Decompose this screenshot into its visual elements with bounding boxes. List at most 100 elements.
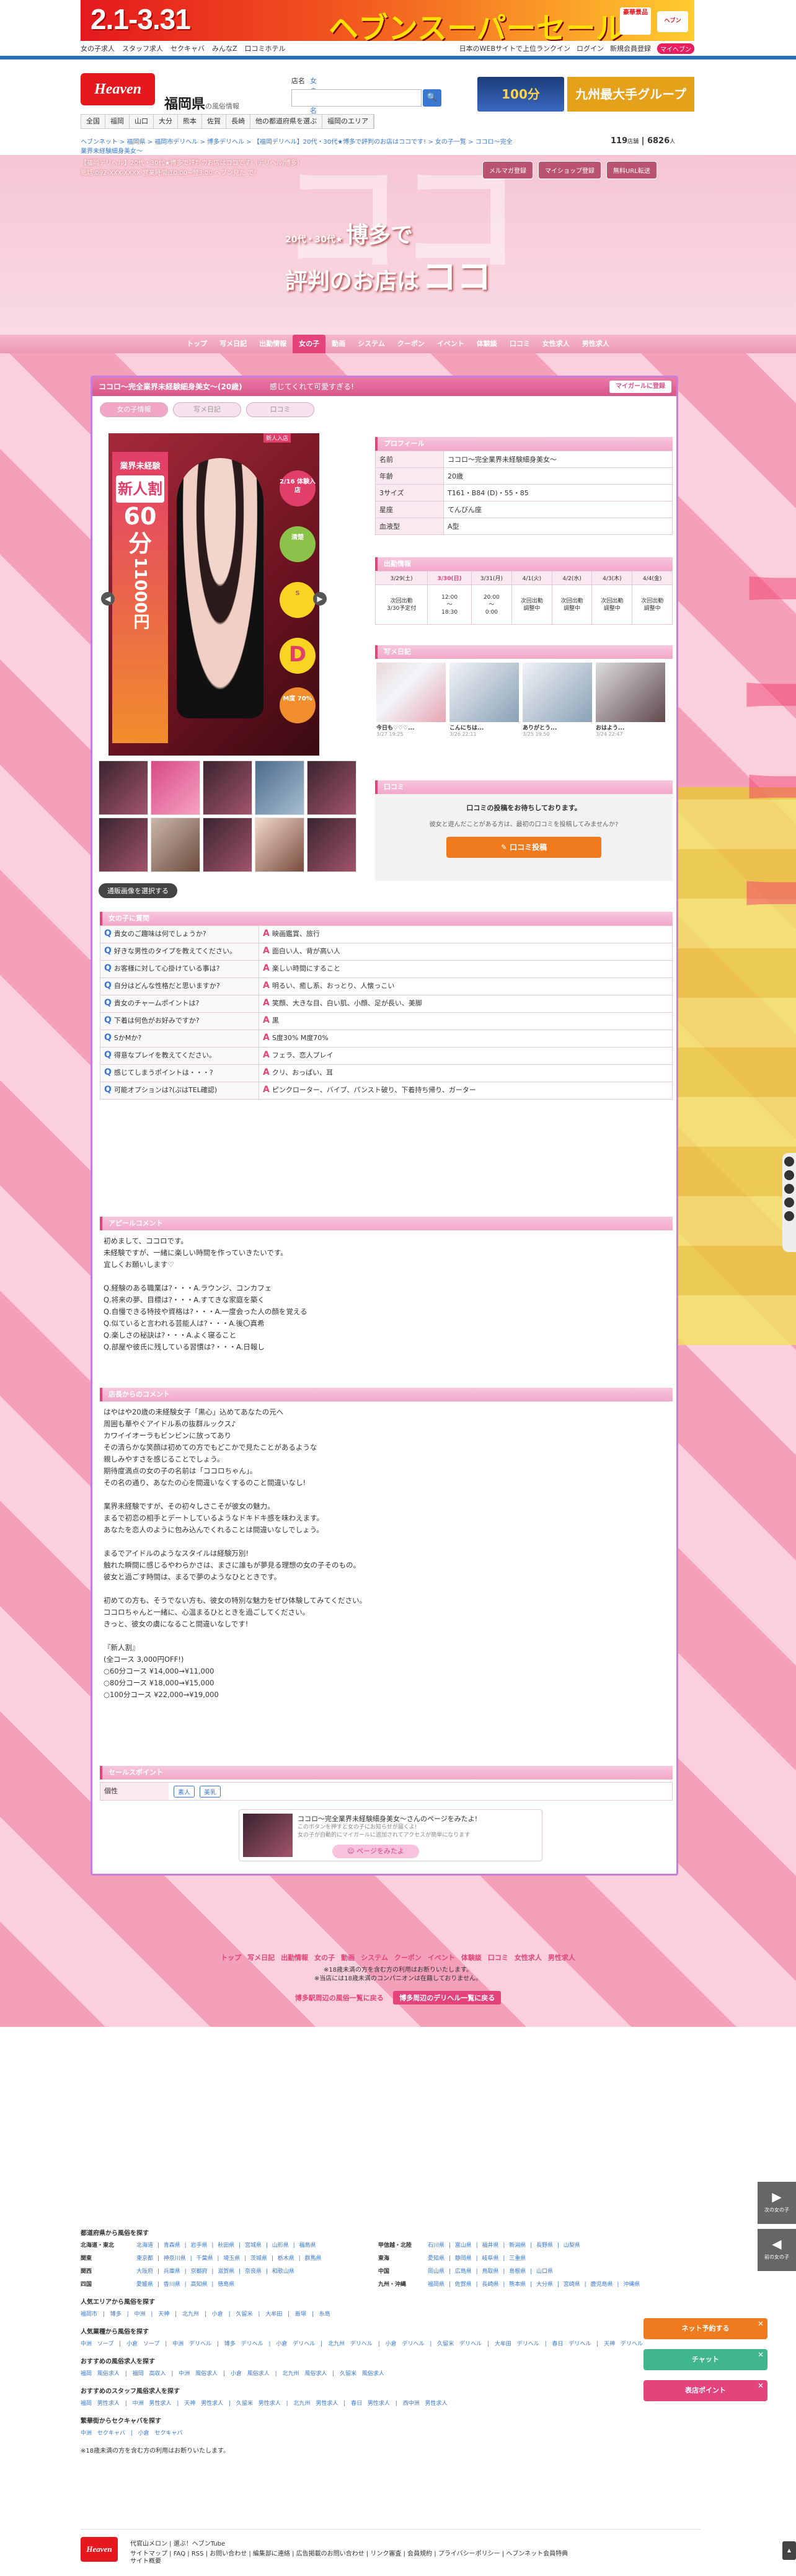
prev-girl-button[interactable]: 前の女の子 <box>758 2229 796 2271</box>
shop-nav-item[interactable]: 男性求人 <box>576 335 616 353</box>
diary-item[interactable]: ありがとう... 3/25 19:50 <box>523 663 592 737</box>
thumbnail[interactable] <box>255 761 304 815</box>
sitemap-links[interactable]: 福岡 風俗求人 | 福岡 高収入 | 中洲 風俗求人 | 小倉 風俗求人 | 北… <box>81 2369 701 2377</box>
shop-nav-item[interactable]: 女性求人 <box>536 335 576 353</box>
footer-link[interactable]: 写メ日記 <box>247 1954 275 1962</box>
region-links[interactable]: 北海道 | 青森県 | 岩手県 | 秋田県 | 宮城県 | 山形県 | 福島県 <box>136 2241 378 2249</box>
footer-line[interactable]: サイト概要 <box>130 2556 161 2565</box>
shop-nav-item[interactable]: 動画 <box>325 335 352 353</box>
net-reserve-button[interactable]: ネット予約する ✕ <box>643 2318 767 2339</box>
thumbnail[interactable] <box>151 761 200 815</box>
sitemap-links[interactable]: 中洲 セクキャバ | 小倉 セクキャバ <box>81 2428 701 2437</box>
footer-links[interactable]: 代官山メロン | 選ぶ！ヘブンTube サイトマップ | FAQ | RSS | … <box>130 2539 568 2559</box>
ad-banner[interactable]: 100分 <box>477 77 564 112</box>
sitemap-links[interactable]: 福岡市 | 博多 | 中洲 | 天神 | 北九州 | 小倉 | 久留米 | 大牟… <box>81 2309 701 2318</box>
myheaven-link[interactable]: マイヘブン <box>657 43 694 54</box>
ad-banner[interactable]: 九州最大手グループ <box>567 77 694 112</box>
saw-page-button[interactable]: ☺ ページをみたよ <box>332 1845 419 1858</box>
footer-link[interactable]: イベント <box>428 1954 455 1962</box>
footer-link[interactable]: クーポン <box>394 1954 422 1962</box>
footer-link[interactable]: 動画 <box>341 1954 355 1962</box>
share-icon[interactable] <box>784 1198 794 1207</box>
main-photo[interactable]: 業界未経験 新人割 60分 11000円 新人入店 2/16 体験入店 清楚 S D … <box>108 433 319 756</box>
mygirl-button[interactable]: マイガールに登録 <box>609 381 671 393</box>
post-review-button[interactable]: ✎ 口コミ投稿 <box>446 837 601 858</box>
topnav-link[interactable]: 口コミホテル <box>245 43 286 53</box>
close-icon[interactable]: ✕ <box>758 2350 764 2359</box>
shop-nav-item[interactable]: システム <box>352 335 391 353</box>
shop-nav-item[interactable]: クーポン <box>391 335 431 353</box>
area-tab[interactable]: 長崎 <box>226 115 250 128</box>
topnav-link[interactable]: セクキャバ <box>170 43 205 53</box>
salespoint-tag[interactable]: 美乳 <box>200 1785 221 1797</box>
search-input[interactable] <box>291 89 422 107</box>
footer-link[interactable]: 出勤情報 <box>281 1954 308 1962</box>
shop-nav-item[interactable]: トップ <box>180 335 213 353</box>
region-links[interactable]: 大阪府 | 兵庫県 | 京都府 | 滋賀県 | 奈良県 | 和歌山県 <box>136 2267 378 2275</box>
thumbnail[interactable] <box>151 818 200 872</box>
footer-link[interactable]: 体験談 <box>461 1954 482 1962</box>
footer-link[interactable]: 男性求人 <box>548 1954 575 1962</box>
close-icon[interactable]: ✕ <box>758 2381 764 2390</box>
tab-diary[interactable]: 写メ日記 <box>173 402 241 417</box>
area-tab[interactable]: 大分 <box>154 115 178 128</box>
footer-line[interactable]: サイトマップ | FAQ | RSS | お問い合わせ | 編集部に連絡 | 広… <box>130 2549 568 2559</box>
shop-nav-item[interactable]: イベント <box>431 335 471 353</box>
area-tab[interactable]: 山口 <box>130 115 154 128</box>
thumbnail[interactable] <box>203 761 252 815</box>
share-icon[interactable] <box>784 1184 794 1194</box>
footer-link[interactable]: 女の子 <box>314 1954 335 1962</box>
share-icon[interactable] <box>784 1170 794 1180</box>
back-list-link[interactable]: 博多周辺のデリヘル一覧に戻る <box>393 1991 502 2005</box>
point-button[interactable]: 表店ポイント ✕ <box>643 2380 767 2401</box>
area-tab[interactable]: 熊本 <box>178 115 202 128</box>
switch-photo-button[interactable]: 通販画像を選択する <box>99 883 177 898</box>
back-list-link[interactable]: 博多駅周辺の風俗一覧に戻る <box>295 1993 384 2003</box>
shop-nav-item[interactable]: 写メ日記 <box>213 335 253 353</box>
topnav-link[interactable]: スタッフ求人 <box>122 43 163 53</box>
area-tab[interactable]: 福岡のエリア <box>322 115 374 128</box>
region-links[interactable]: 東京都 | 神奈川県 | 千葉県 | 埼玉県 | 茨城県 | 栃木県 | 群馬県 <box>136 2254 378 2262</box>
tab-review[interactable]: 口コミ <box>246 402 314 417</box>
share-icon[interactable] <box>784 1211 794 1221</box>
close-icon[interactable]: ✕ <box>758 2319 764 2328</box>
sale-banner[interactable]: 2.1-3.31 ヘブンスーパーセール 豪華景品 ヘブン <box>81 0 694 41</box>
footer-logo[interactable]: Heaven <box>81 2537 118 2562</box>
thumbnail[interactable] <box>203 818 252 872</box>
topnav-link[interactable]: みんなZ <box>212 43 237 53</box>
diary-item[interactable]: 今日も♡♡♡... 3/27 19:25 <box>376 663 446 737</box>
salespoint-tag[interactable]: 素人 <box>174 1785 195 1797</box>
login-link[interactable]: ログイン <box>577 43 604 53</box>
register-link[interactable]: 新規会員登録 <box>610 43 651 53</box>
thumbnail[interactable] <box>307 818 356 872</box>
topnav-link[interactable]: 女の子求人 <box>81 43 115 53</box>
area-tab[interactable]: 福岡 <box>105 115 130 128</box>
chat-button[interactable]: チャット ✕ <box>643 2349 767 2370</box>
footer-line[interactable]: 代官山メロン | 選ぶ！ヘブンTube <box>130 2539 568 2549</box>
thumbnail[interactable] <box>255 818 304 872</box>
footer-link[interactable]: 女性求人 <box>515 1954 542 1962</box>
page-top-icon[interactable]: ▲ <box>782 2541 796 2560</box>
next-girl-button[interactable]: 次の女の子 <box>758 2182 796 2224</box>
shop-nav-item[interactable]: 女の子 <box>293 335 326 353</box>
footer-link[interactable]: トップ <box>221 1954 241 1962</box>
area-tab[interactable]: 他の都道府県を選ぶ <box>250 115 322 128</box>
footer-link[interactable]: システム <box>361 1954 388 1962</box>
thumbnail[interactable] <box>99 818 148 872</box>
area-tab[interactable]: 佐賀 <box>202 115 226 128</box>
shop-nav-item[interactable]: 体験談 <box>471 335 503 353</box>
prev-photo-icon[interactable]: ◀ <box>101 592 115 606</box>
diary-item[interactable]: おはよう... 3/24 22:47 <box>596 663 665 737</box>
diary-item[interactable]: こんにちは... 3/26 22:11 <box>449 663 519 737</box>
share-icon[interactable] <box>784 1157 794 1167</box>
shop-nav-item[interactable]: 口コミ <box>503 335 536 353</box>
area-tab[interactable]: 全国 <box>81 115 105 128</box>
search-icon[interactable]: 🔍 <box>423 89 441 107</box>
site-logo[interactable]: Heaven <box>81 73 155 105</box>
sitemap-links[interactable]: 福岡 男性求人 | 中洲 男性求人 | 天神 男性求人 | 久留米 男性求人 |… <box>81 2399 701 2407</box>
breadcrumb[interactable]: ヘブンネット > 福岡県 > 福岡市デリヘル > 博多デリヘル > 【福岡デリヘ… <box>81 136 515 155</box>
shop-nav-item[interactable]: 出勤情報 <box>253 335 293 353</box>
tab-info[interactable]: 女の子情報 <box>100 402 168 417</box>
thumbnail[interactable] <box>99 761 148 815</box>
thumbnail[interactable] <box>307 761 356 815</box>
